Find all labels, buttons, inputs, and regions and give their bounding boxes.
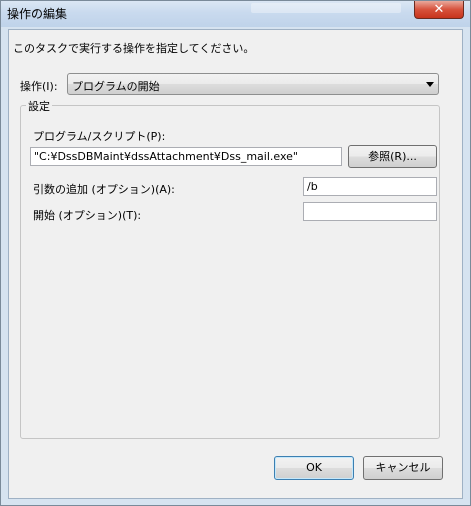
- arguments-label: 引数の追加 (オプション)(A):: [33, 183, 175, 196]
- browse-button-label: 参照(R)...: [368, 150, 417, 163]
- chevron-down-icon: [426, 82, 434, 87]
- dialog-body: このタスクで実行する操作を指定してください。 操作(I): プログラムの開始 設…: [8, 29, 463, 499]
- cancel-button-label: キャンセル: [375, 461, 431, 474]
- edit-action-dialog: 操作の編集 ✕ このタスクで実行する操作を指定してください。 操作(I): プロ…: [0, 0, 471, 506]
- action-select-value: プログラムの開始: [72, 80, 160, 93]
- start-in-label: 開始 (オプション)(T):: [33, 209, 142, 222]
- close-icon: ✕: [433, 2, 445, 17]
- program-input[interactable]: "C:¥DssDBMaint¥dssAttachment¥Dss_mail.ex…: [30, 147, 342, 166]
- cancel-button[interactable]: キャンセル: [363, 456, 443, 480]
- arguments-input[interactable]: /b: [303, 177, 437, 196]
- action-select[interactable]: プログラムの開始: [67, 73, 439, 95]
- start-in-input[interactable]: [303, 202, 437, 221]
- program-label: プログラム/スクリプト(P):: [33, 130, 166, 143]
- background-window-ghost: [251, 3, 401, 13]
- settings-group: 設定 プログラム/スクリプト(P): "C:¥DssDBMaint¥dssAtt…: [20, 98, 440, 439]
- settings-legend: 設定: [26, 98, 52, 114]
- ok-button[interactable]: OK: [274, 456, 354, 480]
- close-button[interactable]: ✕: [414, 1, 464, 19]
- action-label: 操作(I):: [20, 80, 58, 93]
- dialog-title: 操作の編集: [7, 7, 68, 21]
- browse-button[interactable]: 参照(R)...: [348, 145, 437, 168]
- instruction-text: このタスクで実行する操作を指定してください。: [13, 42, 255, 55]
- ok-button-label: OK: [306, 461, 322, 474]
- title-bar[interactable]: 操作の編集 ✕: [1, 1, 470, 27]
